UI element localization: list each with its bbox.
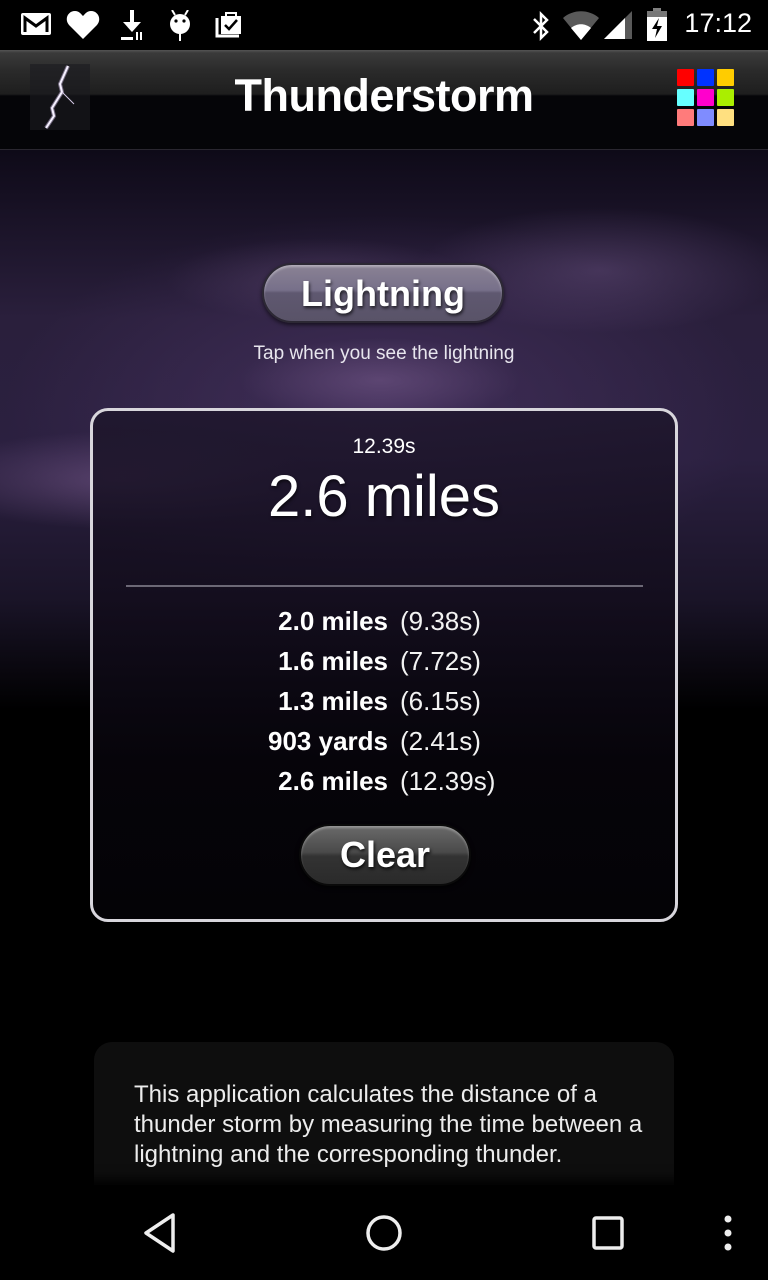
info-text: This application calculates the distance…	[134, 1081, 643, 1168]
lightning-button[interactable]: Lightning	[262, 263, 504, 323]
history-time: (7.72s)	[400, 645, 481, 676]
history-distance: 1.3 miles	[278, 685, 388, 716]
last-distance: 2.6 miles	[267, 464, 501, 529]
history-distance: 1.6 miles	[278, 645, 388, 676]
cell-signal-icon	[604, 11, 632, 39]
lightning-hint: Tap when you see the lightning	[253, 343, 515, 364]
history-list: 2.0 miles (9.38s) 1.6 miles (7.72s) 1.3 …	[93, 601, 675, 801]
battery-charging-icon	[647, 8, 667, 41]
last-time: 12.39s	[352, 435, 416, 458]
color-grid-cell	[717, 109, 734, 126]
status-bar: 17:12	[0, 0, 768, 50]
recents-icon[interactable]	[590, 1211, 626, 1255]
color-grid-cell	[677, 89, 694, 106]
color-grid-menu-button[interactable]	[677, 69, 737, 127]
app-title: Thunderstorm	[234, 70, 534, 121]
history-distance: 903 yards	[268, 725, 388, 756]
color-grid-cell	[677, 109, 694, 126]
heart-icon	[66, 11, 100, 39]
history-time: (2.41s)	[400, 725, 481, 756]
history-row: 1.6 miles (7.72s)	[93, 641, 675, 681]
app-bar: Thunderstorm	[0, 50, 768, 150]
history-distance: 2.0 miles	[278, 605, 388, 636]
status-time: 17:12	[684, 8, 752, 38]
back-icon[interactable]	[140, 1211, 180, 1255]
color-grid-cell	[697, 89, 714, 106]
color-grid-cell	[717, 69, 734, 86]
history-row: 2.6 miles (12.39s)	[93, 761, 675, 801]
color-grid-cell	[677, 69, 694, 86]
clear-button[interactable]: Clear	[299, 824, 471, 886]
history-time: (12.39s)	[400, 765, 496, 796]
divider	[126, 585, 643, 587]
download-icon	[121, 10, 142, 40]
history-row: 2.0 miles (9.38s)	[93, 601, 675, 641]
color-grid-cell	[697, 109, 714, 126]
overflow-menu-icon[interactable]	[720, 1211, 736, 1255]
info-panel: This application calculates the distance…	[94, 1042, 674, 1202]
gmail-icon	[21, 13, 51, 35]
main-content: Lightning Tap when you see the lightning…	[0, 150, 768, 1202]
shopping-bag-check-icon	[215, 12, 241, 38]
history-time: (9.38s)	[400, 605, 481, 636]
history-distance: 2.6 miles	[278, 765, 388, 796]
bluetooth-icon	[533, 10, 549, 42]
history-row: 1.3 miles (6.15s)	[93, 681, 675, 721]
history-time: (6.15s)	[400, 685, 481, 716]
navigation-bar	[0, 1185, 768, 1280]
wifi-icon	[563, 11, 599, 40]
result-panel: 12.39s 2.6 miles 2.0 miles (9.38s) 1.6 m…	[90, 408, 678, 922]
home-icon[interactable]	[364, 1211, 404, 1255]
history-row: 903 yards (2.41s)	[93, 721, 675, 761]
color-grid-cell	[717, 89, 734, 106]
color-grid-cell	[697, 69, 714, 86]
android-debug-icon	[170, 10, 190, 41]
